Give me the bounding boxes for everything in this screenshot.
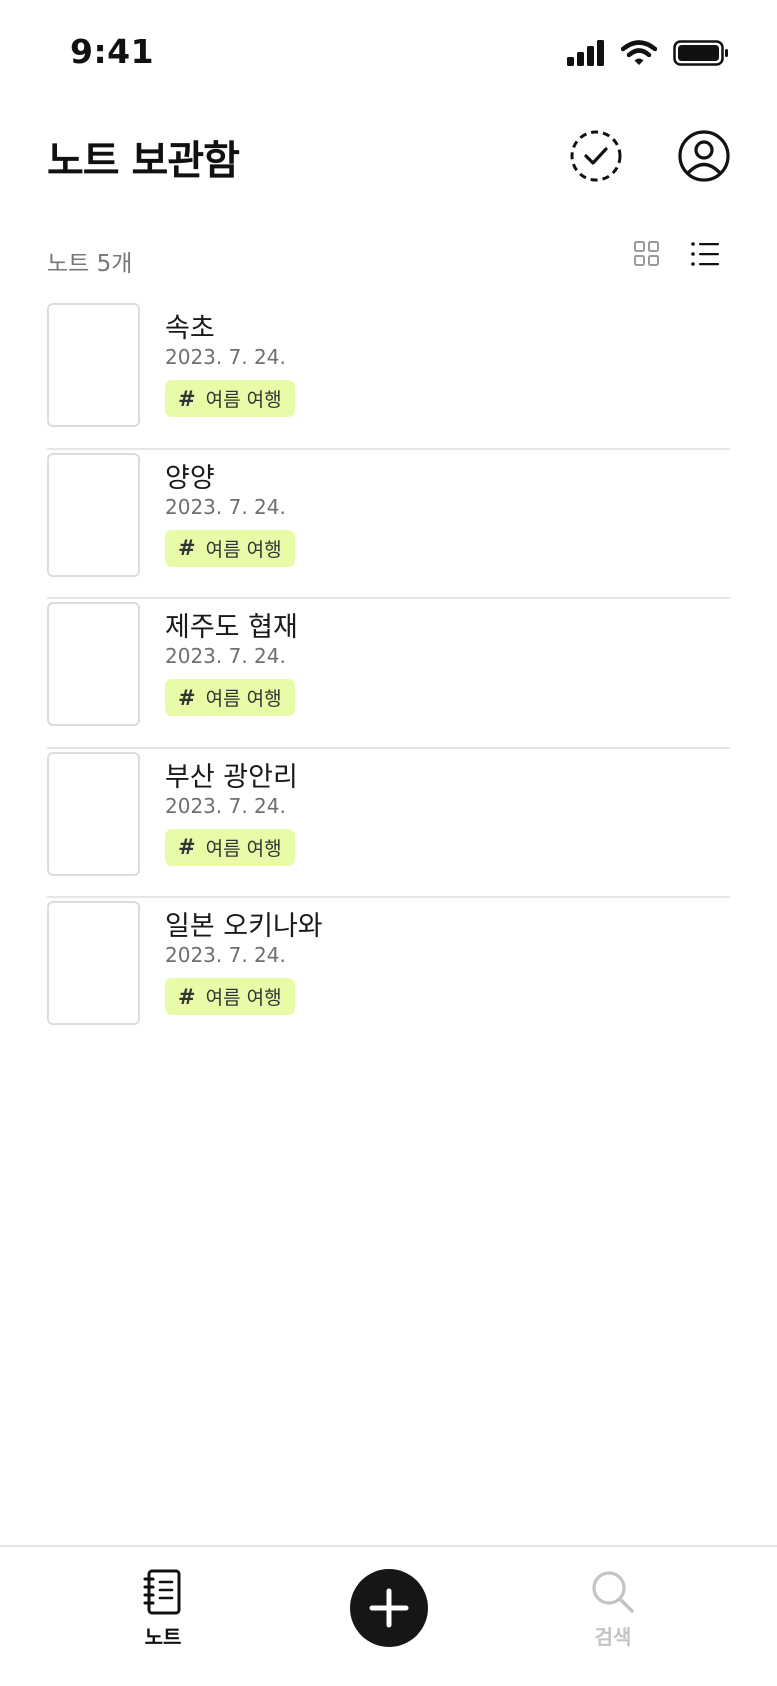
note-item[interactable]: 일본 오키나와 2023. 7. 24. # 여름 여행 — [47, 898, 730, 1048]
note-title: 속초 — [165, 313, 215, 344]
add-note-button[interactable] — [350, 1569, 428, 1647]
status-icons — [567, 40, 729, 66]
note-thumbnail — [47, 901, 140, 1025]
tag-label: 여름 여행 — [205, 987, 282, 1009]
note-title: 일본 오키나와 — [165, 911, 323, 942]
note-list: 속초 2023. 7. 24. # 여름 여행 양양 2023. 7. 24. … — [47, 300, 730, 1048]
grid-view-icon — [634, 241, 659, 266]
note-tag[interactable]: # 여름 여행 — [165, 679, 295, 716]
note-title: 양양 — [165, 462, 215, 494]
list-view-button[interactable] — [687, 236, 723, 272]
tag-label: 여름 여행 — [205, 688, 282, 710]
note-title: 제주도 협재 — [165, 612, 298, 643]
hashtag-icon: # — [178, 835, 196, 859]
grid-view-button[interactable] — [629, 236, 665, 272]
note-title: 부산 광안리 — [165, 761, 298, 793]
tab-notes-label: 노트 — [144, 1625, 182, 1649]
select-check-icon — [570, 130, 622, 182]
bottom-tab-bar: 노트 검색 — [0, 1545, 777, 1686]
hashtag-icon: # — [178, 685, 196, 710]
tab-search[interactable]: 검색 — [563, 1569, 663, 1650]
note-count: 노트 5개 — [47, 251, 133, 277]
note-tag[interactable]: # 여름 여행 — [165, 380, 295, 417]
notebook-icon — [143, 1569, 181, 1615]
note-thumbnail — [47, 452, 140, 577]
profile-icon — [678, 130, 730, 182]
status-time: 9:41 — [70, 32, 155, 71]
page-title: 노트 보관함 — [47, 138, 240, 184]
cellular-signal-icon — [567, 40, 604, 66]
list-view-icon — [691, 242, 719, 266]
status-bar: 9:41 — [0, 0, 777, 100]
note-item[interactable]: 양양 2023. 7. 24. # 여름 여행 — [47, 450, 730, 600]
hashtag-icon: # — [178, 984, 196, 1009]
profile-button[interactable] — [676, 128, 732, 184]
note-tag[interactable]: # 여름 여행 — [165, 529, 295, 567]
note-tag[interactable]: # 여름 여행 — [165, 978, 295, 1015]
note-date: 2023. 7. 24. — [165, 345, 286, 369]
note-date: 2023. 7. 24. — [165, 793, 286, 818]
note-thumbnail — [47, 602, 140, 726]
note-date: 2023. 7. 24. — [165, 943, 286, 967]
note-thumbnail — [47, 303, 140, 427]
note-item[interactable]: 제주도 협재 2023. 7. 24. # 여름 여행 — [47, 599, 730, 749]
hashtag-icon: # — [178, 386, 196, 411]
hashtag-icon: # — [178, 536, 196, 560]
wifi-icon — [621, 40, 657, 65]
tab-notes[interactable]: 노트 — [113, 1569, 213, 1650]
tag-label: 여름 여행 — [205, 837, 282, 860]
app-root: 9:41 노트 보관함 노트 5개 속초 2023. 7. 24. # 여름 여… — [0, 0, 777, 1686]
battery-icon — [673, 40, 728, 66]
note-tag[interactable]: # 여름 여행 — [165, 828, 295, 866]
tab-search-label: 검색 — [594, 1625, 632, 1649]
tag-label: 여름 여행 — [205, 389, 282, 411]
note-date: 2023. 7. 24. — [165, 494, 286, 519]
note-item[interactable]: 부산 광안리 2023. 7. 24. # 여름 여행 — [47, 749, 730, 899]
select-notes-button[interactable] — [568, 128, 624, 184]
note-date: 2023. 7. 24. — [165, 644, 286, 668]
note-item[interactable]: 속초 2023. 7. 24. # 여름 여행 — [47, 300, 730, 450]
plus-icon — [369, 1588, 409, 1628]
tag-label: 여름 여행 — [205, 538, 282, 561]
note-thumbnail — [47, 751, 140, 876]
search-icon — [592, 1571, 634, 1613]
